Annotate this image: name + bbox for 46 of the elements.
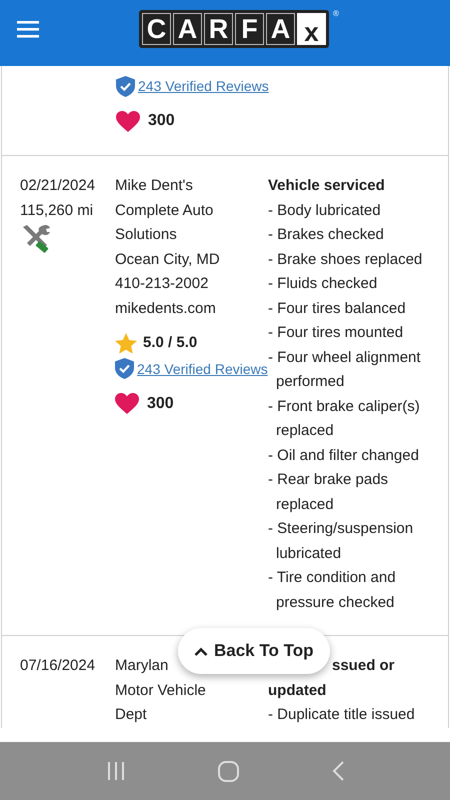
back-to-top-button[interactable]: Back To Top [178,628,330,674]
detail-item: - Steering/suspension lubricated [268,519,414,564]
detail-item: - Oil and filter changed [268,446,420,466]
detail-item: - Brake shoes replaced [268,250,424,270]
detail-item: - Four wheel alignment performed [268,348,422,392]
source-line: Dept [115,705,147,725]
source-line: Marylan [115,656,168,676]
detail-item: - Rear brake pads replaced [268,470,390,514]
detail-item: - Four tires mounted [268,323,404,343]
heart-icon [116,110,140,132]
record-heading: ssued or [331,656,396,676]
source-line: Mike Dent's [115,176,193,196]
record-date: 07/16/2024 [20,656,96,676]
favorites-count: 300 [147,394,174,414]
favorites-count: 300 [148,111,175,131]
source-line: Solutions [115,225,177,245]
detail-item: - Duplicate title issued [268,705,416,725]
source-line: mikedents.com [115,298,216,318]
record-heading: updated [268,680,328,700]
home-icon[interactable] [218,760,240,782]
verified-shield-icon [115,358,134,379]
rating-text: 5.0 / 5.0 [143,333,198,353]
detail-item: - Tire condition and pressure checked [268,568,397,612]
detail-item: - Body lubricated [268,200,382,220]
detail-item: - Fluids checked [268,274,378,294]
back-icon[interactable] [332,761,344,781]
reviews-link[interactable]: 243 Verified Reviews [137,356,268,380]
record-heading: Vehicle serviced [268,176,386,196]
source-line: Complete Auto [115,200,214,220]
detail-item: - Front brake caliper(s) replaced [268,396,421,441]
verified-shield-icon [116,76,135,96]
caret-up-icon [194,646,208,656]
registered-mark: ® [333,8,339,20]
source-line: Motor Vehicle [115,680,206,700]
detail-item: - Four tires balanced [268,298,407,318]
star-icon [115,332,137,354]
source-line: 410-213-2002 [115,274,208,294]
reviews-link[interactable]: 243 Verified Reviews [138,74,269,98]
menu-icon[interactable] [17,21,39,38]
heart-icon [115,393,139,414]
source-line: Ocean City, MD [115,250,220,270]
record-date: 02/21/2024 [20,176,96,196]
odometer-reading: 115,260 mi [20,200,94,220]
recent-apps-icon[interactable] [106,762,126,780]
carfax-logo[interactable]: C A R F A x [139,10,329,48]
detail-item: - Brakes checked [268,225,385,245]
